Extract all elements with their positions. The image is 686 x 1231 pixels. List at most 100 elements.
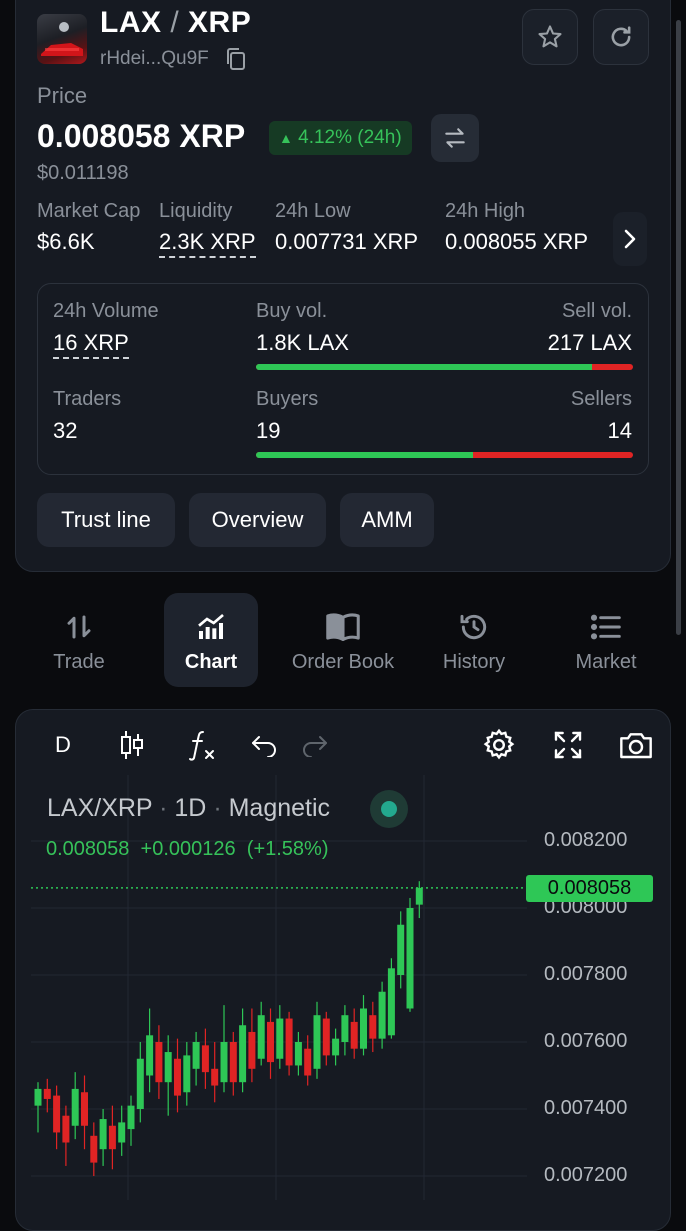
candle-body [108,1125,116,1150]
buyers-sellers-bar [256,452,633,458]
y-tick-label: 0.007600 [544,1030,628,1052]
favorite-button[interactable] [522,9,578,65]
legend-symbol: LAX/XRP [47,794,153,822]
candle-body [71,1088,79,1126]
candle-body [220,1042,228,1083]
candle-body [183,1055,191,1093]
quote-symbol: XRP [188,6,252,39]
chart-icon [198,613,224,639]
liquidity-value[interactable]: 2.3K XRP [159,229,256,258]
buy-sell-volume-bar [256,364,633,370]
legend-timeframe: 1D [174,794,207,822]
chevron-right-icon [624,229,636,249]
candle-body [341,1015,349,1042]
candle-body [43,1088,51,1099]
indicators-button[interactable] [185,728,219,762]
refresh-icon [611,26,631,47]
candle-body [211,1068,219,1086]
pair-separator: / [170,6,180,39]
y-tick-label: 0.008200 [544,829,628,851]
sell-vol-value: 217 LAX [547,330,632,355]
screenshot-button[interactable] [616,728,656,762]
swap-pair-button[interactable] [431,114,479,162]
tab-chart[interactable]: Chart [164,593,258,687]
arrows-updown-icon [67,615,91,639]
candle-body [248,1031,256,1069]
overview-button[interactable]: Overview [189,493,326,547]
candle-type-button[interactable] [115,728,149,762]
book-icon [326,613,360,641]
amm-button[interactable]: AMM [340,493,434,547]
liquidity-label: Liquidity [159,200,233,222]
redo-button[interactable] [300,728,330,762]
candle-body [229,1042,237,1083]
tab-market-label: Market [575,651,637,673]
y-tick-label: 0.007400 [544,1097,628,1119]
candle-body [99,1119,107,1150]
tab-trade[interactable]: Trade [32,593,126,687]
candle-body [378,991,386,1039]
tab-trade-label: Trade [53,651,105,673]
low-value: 0.007731 XRP [275,229,419,254]
scrollbar[interactable] [676,20,681,635]
candle-body [62,1115,70,1143]
tab-market[interactable]: Market [559,593,653,687]
traders-value: 32 [53,418,78,443]
candle-body [332,1038,340,1056]
tab-order-book[interactable]: Order Book [285,593,401,687]
usd-price: $0.011198 [37,162,129,184]
interval-button[interactable]: D [48,728,78,762]
buy-vol-label: Buy vol. [256,300,328,322]
candlestick-icon [121,731,143,759]
pair-title: LAX / XRP [100,6,251,40]
volume-value[interactable]: 16 XRP [53,330,129,359]
tab-order-book-label: Order Book [291,651,395,673]
candle-body [369,1015,377,1039]
traders-label: Traders [53,388,122,410]
fullscreen-button[interactable] [551,728,585,762]
live-indicator[interactable] [370,790,408,828]
y-tick-label: 0.007200 [544,1164,628,1186]
stats-next-button[interactable] [613,212,647,266]
legend-values: 0.008058 +0.000126 (+1.58%) [46,838,329,861]
copy-icon[interactable] [225,47,247,71]
high-value: 0.008055 XRP [445,229,589,254]
high-label: 24h High [445,200,526,222]
undo-button[interactable] [249,728,279,762]
settings-button[interactable] [480,728,518,762]
candle-body [406,908,414,1009]
candle-body [146,1035,154,1076]
candle-body [397,924,405,975]
legend-change-pct: (+1.58%) [246,838,329,860]
refresh-button[interactable] [593,9,649,65]
gear-icon [483,728,515,760]
redo-icon [303,736,327,757]
candle-body [267,1021,274,1063]
candle-body [164,1052,172,1083]
change-badge: ▲ 4.12% (24h) [269,121,412,155]
candle-body [360,1008,367,1049]
candle-body [322,1018,330,1056]
sell-vol-label: Sell vol. [561,300,632,322]
candle-body [350,1021,358,1049]
change-text: 4.12% (24h) [298,127,402,148]
candle-body [276,1018,284,1059]
tab-history-label: History [442,651,506,673]
candle-body [257,1015,265,1059]
tab-history[interactable]: History [427,593,521,687]
sellers-label: Sellers [570,388,632,410]
legend-separator: · [213,794,222,822]
last-price-tag: 0.008058 [526,875,653,902]
buyers-label: Buyers [256,388,319,410]
history-icon [460,614,487,640]
swap-icon [445,128,465,148]
buy-vol-value: 1.8K LAX [256,330,349,355]
candle-body [415,887,423,905]
buyers-value: 19 [256,418,281,443]
price-label: Price [37,83,88,108]
base-symbol: LAX [100,6,162,39]
trust-line-button[interactable]: Trust line [37,493,175,547]
candle-body [118,1122,126,1143]
candle-body [155,1042,163,1083]
candle-body [53,1095,61,1133]
